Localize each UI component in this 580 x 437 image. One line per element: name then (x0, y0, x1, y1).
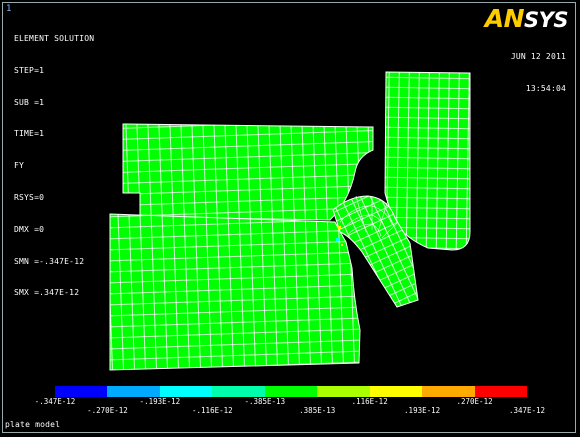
legend-color-segment (422, 386, 475, 397)
plot-title: plate model (5, 420, 61, 429)
legend-tick-label: .385E-13 (299, 406, 336, 415)
legend-tick-label: -.270E-12 (87, 406, 128, 415)
plate-model-mesh[interactable] (0, 0, 580, 437)
legend-tick-label: -.193E-12 (139, 397, 181, 406)
legend-color-segment (264, 386, 318, 397)
legend-color-segment (107, 386, 160, 397)
legend-tick-label: .270E-12 (456, 397, 493, 406)
legend-color-segment (474, 386, 527, 397)
upper-plate (122, 123, 374, 221)
legend-tick-label: .116E-12 (351, 397, 388, 406)
legend-color-segment (317, 386, 370, 397)
legend-color-segment (369, 386, 423, 397)
legend-tick-label: -.347E-12 (34, 397, 76, 406)
legend-tick-label: -.385E-13 (244, 397, 286, 406)
contour-legend-bar (55, 386, 527, 397)
lower-plate (109, 213, 361, 371)
legend-color-segment (55, 386, 108, 397)
legend-color-segment (212, 386, 265, 397)
legend-labels-bottom: -.270E-12 -.116E-12 .385E-13 .193E-12 .347E-… (0, 406, 580, 416)
legend-tick-label: .347E-12 (508, 406, 546, 415)
graphics-window[interactable]: 1 ELEMENT SOLUTION STEP=1 SUB =1 TIME=1 … (0, 0, 580, 437)
legend-color-segment (159, 386, 213, 397)
legend-tick-label: -.116E-12 (192, 406, 233, 415)
legend-tick-label: .193E-12 (404, 406, 441, 415)
